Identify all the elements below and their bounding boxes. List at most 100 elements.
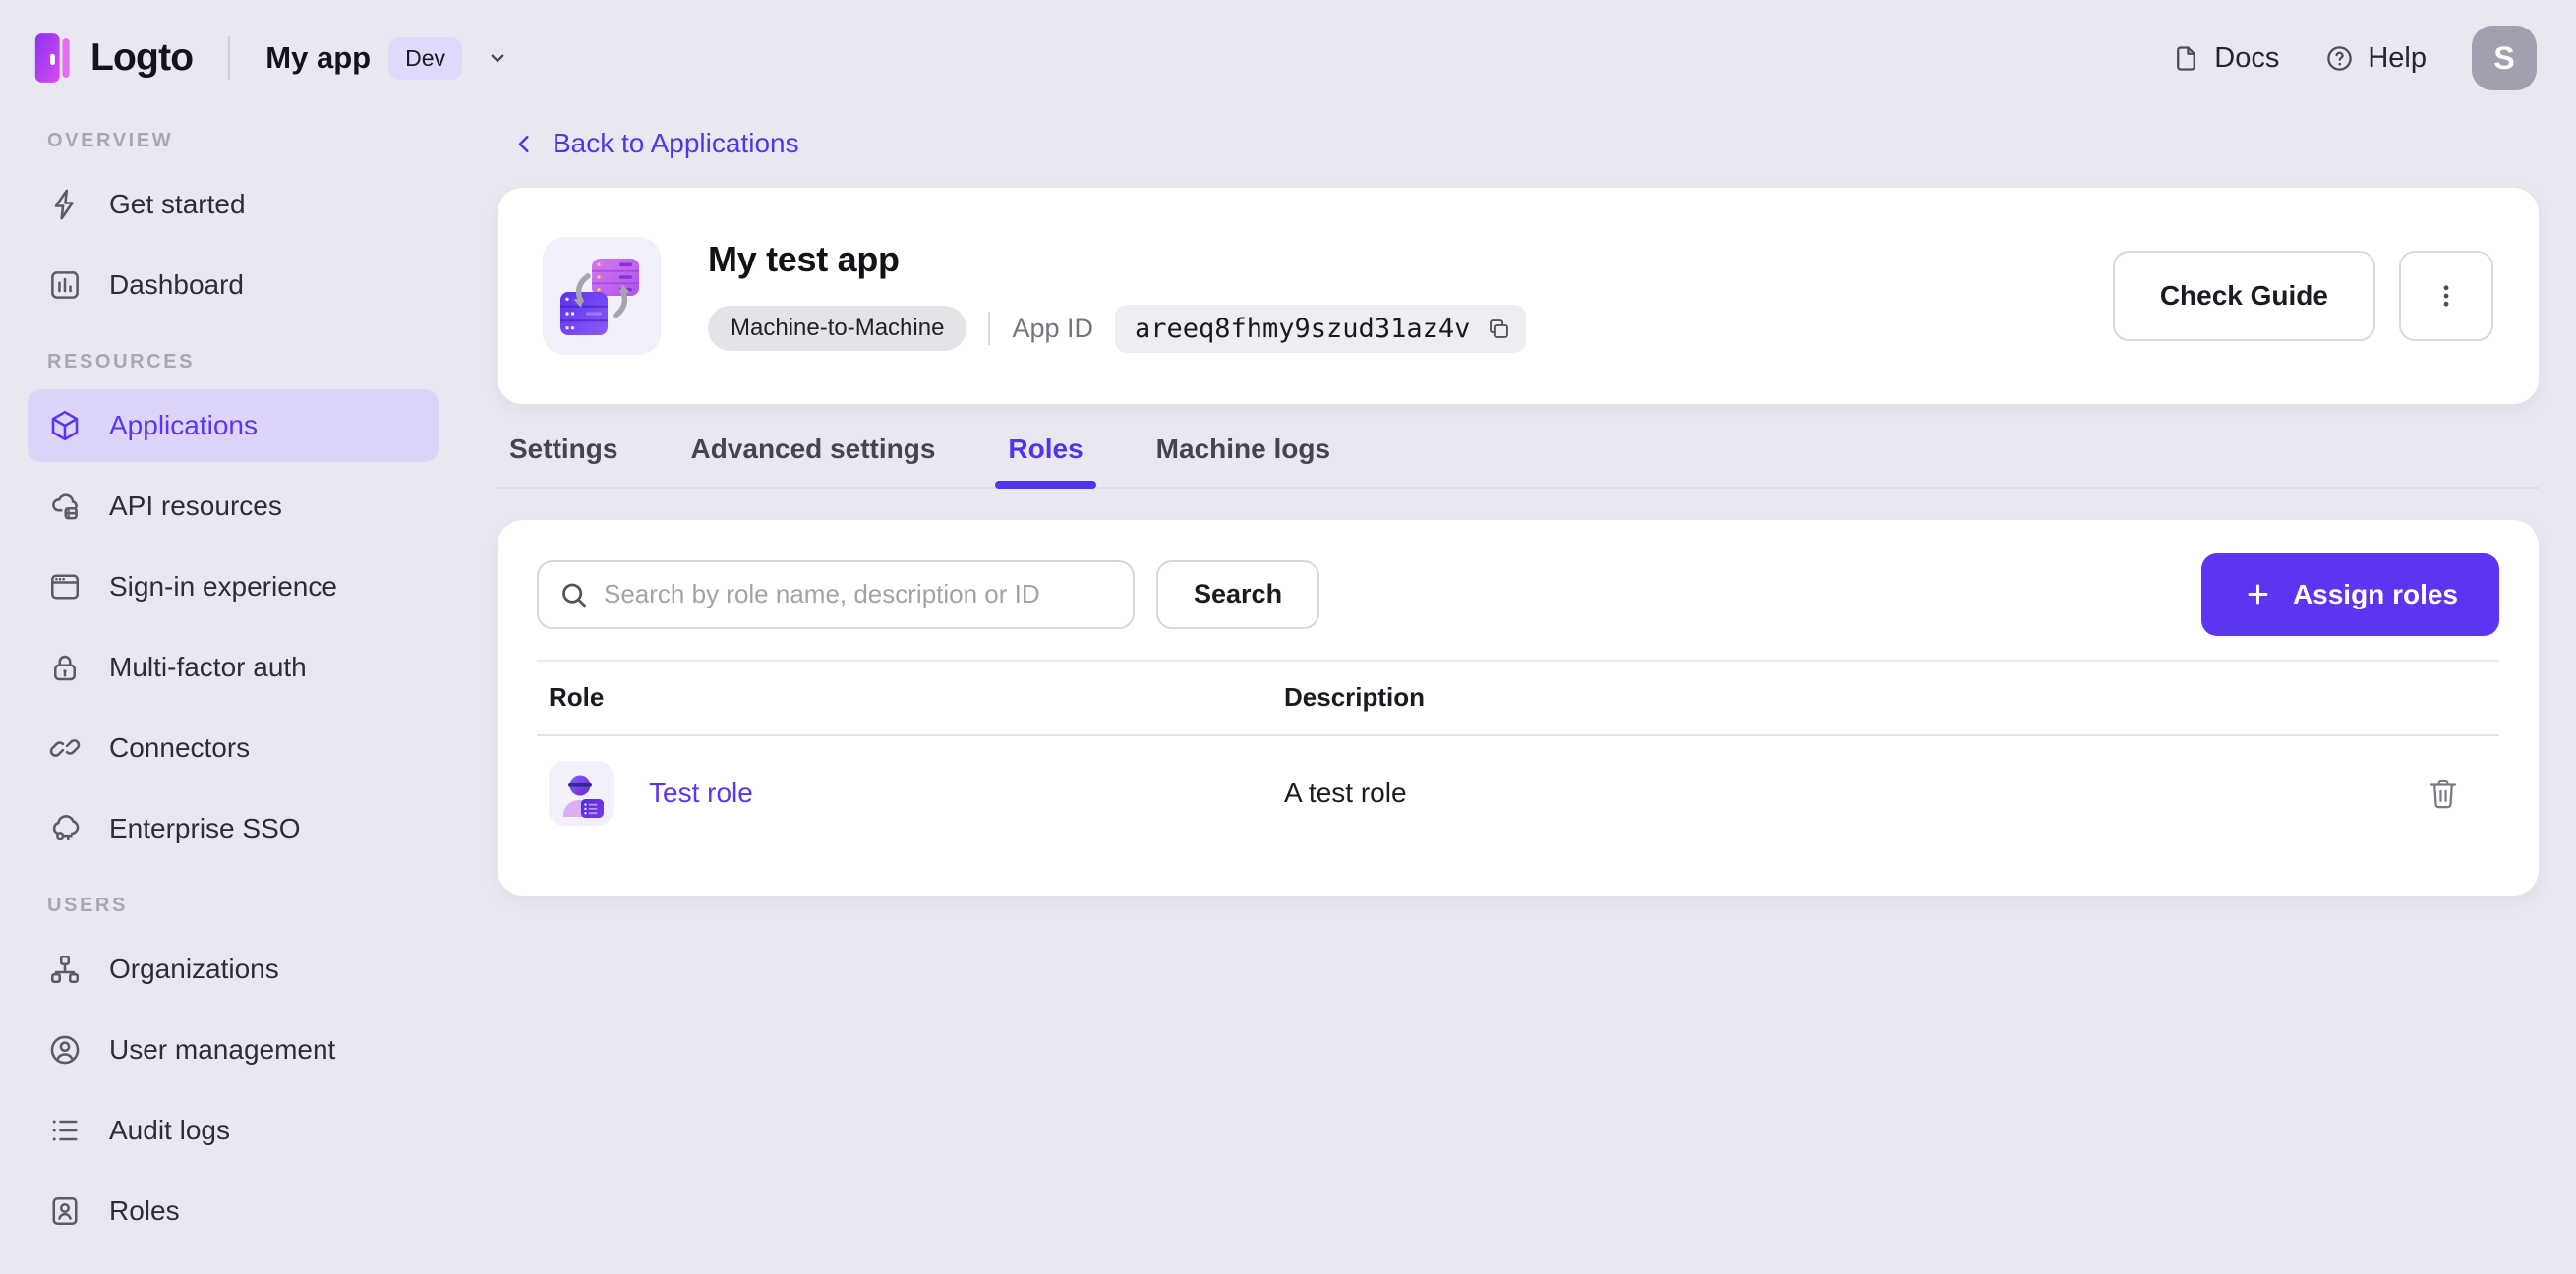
link-icon bbox=[49, 739, 81, 757]
role-cell: Test role bbox=[537, 760, 1284, 826]
more-actions-button[interactable] bbox=[2399, 250, 2493, 341]
topbar-divider bbox=[228, 36, 231, 80]
search-field-wrap bbox=[537, 559, 1135, 629]
assign-roles-label: Assign roles bbox=[2292, 578, 2458, 609]
column-header-role: Role bbox=[549, 682, 605, 712]
topbar: Logto My app Dev Docs Help S bbox=[0, 0, 2576, 116]
plus-icon bbox=[2248, 584, 2268, 605]
cube-icon bbox=[51, 410, 79, 441]
role-description: A test role bbox=[1284, 777, 1407, 808]
docs-label: Docs bbox=[2214, 41, 2280, 74]
back-link-label: Back to Applications bbox=[553, 128, 799, 158]
document-icon bbox=[2177, 45, 2196, 71]
sidebar-item-label: Roles bbox=[109, 1195, 180, 1226]
help-button[interactable]: Help bbox=[2324, 42, 2427, 75]
sidebar-item-label: User management bbox=[109, 1034, 336, 1065]
app-type-badge: Machine-to-Machine bbox=[708, 306, 967, 351]
tab-settings[interactable]: Settings bbox=[509, 434, 617, 487]
machine-to-machine-app-icon bbox=[543, 236, 661, 355]
sidebar-item-label: Dashboard bbox=[109, 269, 244, 300]
app-info: My test app Machine-to-Machine App ID ar… bbox=[708, 238, 1527, 353]
sidebar-item-sign-in-experience[interactable]: Sign-in experience bbox=[28, 550, 439, 623]
sidebar-item-label: Multi-factor auth bbox=[109, 652, 307, 682]
sidebar-item-applications[interactable]: Applications bbox=[28, 389, 439, 462]
sidebar-item-connectors[interactable]: Connectors bbox=[28, 712, 439, 784]
app-selector-name: My app bbox=[265, 40, 372, 75]
sidebar-item-user-management[interactable]: User management bbox=[28, 1013, 439, 1086]
chevron-left-icon bbox=[518, 135, 529, 152]
app-title: My test app bbox=[708, 238, 900, 279]
copy-icon[interactable] bbox=[1486, 316, 1512, 342]
column-header-description: Description bbox=[1284, 682, 1426, 712]
sidebar-item-roles[interactable]: Roles bbox=[28, 1175, 439, 1247]
user-circle-icon bbox=[50, 1035, 80, 1065]
lightning-icon bbox=[54, 189, 74, 220]
roles-table: Role Description Test role A test role bbox=[537, 659, 2499, 850]
tab-advanced-settings[interactable]: Advanced settings bbox=[690, 434, 935, 487]
sidebar-item-label: Get started bbox=[109, 189, 246, 219]
row-actions bbox=[2391, 775, 2499, 812]
search-input[interactable] bbox=[537, 559, 1135, 629]
sidebar-item-api-resources[interactable]: API resources bbox=[28, 470, 439, 543]
sidebar-item-enterprise-sso[interactable]: Enterprise SSO bbox=[28, 792, 439, 865]
topbar-right: Docs Help S bbox=[2171, 26, 2537, 90]
header-actions: Check Guide bbox=[2112, 250, 2493, 341]
avatar[interactable]: S bbox=[2472, 26, 2537, 90]
sidebar-item-audit-logs[interactable]: Audit logs bbox=[28, 1094, 439, 1167]
logto-logo-icon bbox=[34, 33, 70, 83]
app-header-card: My test app Machine-to-Machine App ID ar… bbox=[498, 187, 2539, 404]
app-id-value[interactable]: areeq8fhmy9szud31az4v bbox=[1114, 304, 1527, 353]
tab-roles[interactable]: Roles bbox=[995, 434, 1096, 489]
app-detail-tabs: Settings Advanced settings Roles Machine… bbox=[498, 434, 2539, 489]
sidebar-section-overview: OVERVIEW bbox=[47, 130, 174, 151]
sidebar-item-label: API resources bbox=[109, 491, 282, 521]
browser-icon bbox=[50, 574, 80, 600]
list-icon bbox=[52, 1120, 78, 1141]
table-header: Role Description bbox=[537, 659, 2499, 736]
app-id-text: areeq8fhmy9szud31az4v bbox=[1134, 313, 1471, 344]
chevron-down-icon bbox=[491, 54, 504, 63]
role-icon bbox=[549, 760, 614, 826]
table-row[interactable]: Test role A test role bbox=[537, 736, 2499, 850]
role-name-link[interactable]: Test role bbox=[649, 778, 753, 809]
check-guide-button[interactable]: Check Guide bbox=[2112, 250, 2375, 341]
sidebar-item-label: Organizations bbox=[109, 954, 279, 984]
tenant-app-selector[interactable]: My app Dev bbox=[265, 36, 511, 80]
sidebar-item-dashboard[interactable]: Dashboard bbox=[28, 249, 439, 321]
help-icon bbox=[2327, 45, 2353, 71]
dashboard-icon bbox=[51, 271, 79, 299]
env-badge: Dev bbox=[388, 36, 462, 80]
brand-name: Logto bbox=[90, 36, 194, 79]
sidebar-item-label: Connectors bbox=[109, 732, 251, 763]
back-to-applications-link[interactable]: Back to Applications bbox=[511, 128, 799, 159]
avatar-initial: S bbox=[2493, 39, 2515, 76]
cloud-box-icon bbox=[52, 493, 78, 520]
tab-machine-logs[interactable]: Machine logs bbox=[1156, 434, 1330, 487]
sidebar-section-resources: RESOURCES bbox=[47, 351, 196, 373]
search-icon bbox=[562, 583, 586, 607]
roles-toolbar: Search Assign roles bbox=[537, 552, 2499, 636]
sidebar-item-label: Applications bbox=[109, 410, 258, 440]
app-meta: Machine-to-Machine App ID areeq8fhmy9szu… bbox=[708, 304, 1527, 353]
docs-button[interactable]: Docs bbox=[2171, 42, 2279, 75]
help-label: Help bbox=[2368, 41, 2427, 74]
org-chart-icon bbox=[50, 955, 80, 984]
id-card-icon bbox=[52, 1196, 78, 1226]
lock-icon bbox=[53, 655, 77, 681]
sidebar: OVERVIEW Get started Dashboard RESOURCES… bbox=[0, 116, 464, 1274]
search-button[interactable]: Search bbox=[1156, 559, 1320, 629]
sidebar-item-label: Sign-in experience bbox=[109, 571, 337, 602]
assign-roles-button[interactable]: Assign roles bbox=[2200, 552, 2499, 636]
logto-logo[interactable]: Logto bbox=[31, 30, 194, 86]
sidebar-item-multi-factor-auth[interactable]: Multi-factor auth bbox=[28, 631, 439, 704]
trash-icon[interactable] bbox=[2427, 775, 2460, 812]
sidebar-item-get-started[interactable]: Get started bbox=[28, 168, 439, 241]
meta-divider bbox=[988, 312, 991, 345]
kebab-icon bbox=[2443, 284, 2449, 307]
app-id-label: App ID bbox=[1012, 313, 1093, 343]
roles-panel: Search Assign roles Role Description bbox=[498, 519, 2539, 896]
sidebar-item-organizations[interactable]: Organizations bbox=[28, 933, 439, 1006]
main-content: Back to Applications My test app Machine… bbox=[464, 116, 2576, 1274]
sidebar-section-users: USERS bbox=[47, 895, 128, 916]
sidebar-item-label: Audit logs bbox=[109, 1115, 230, 1145]
